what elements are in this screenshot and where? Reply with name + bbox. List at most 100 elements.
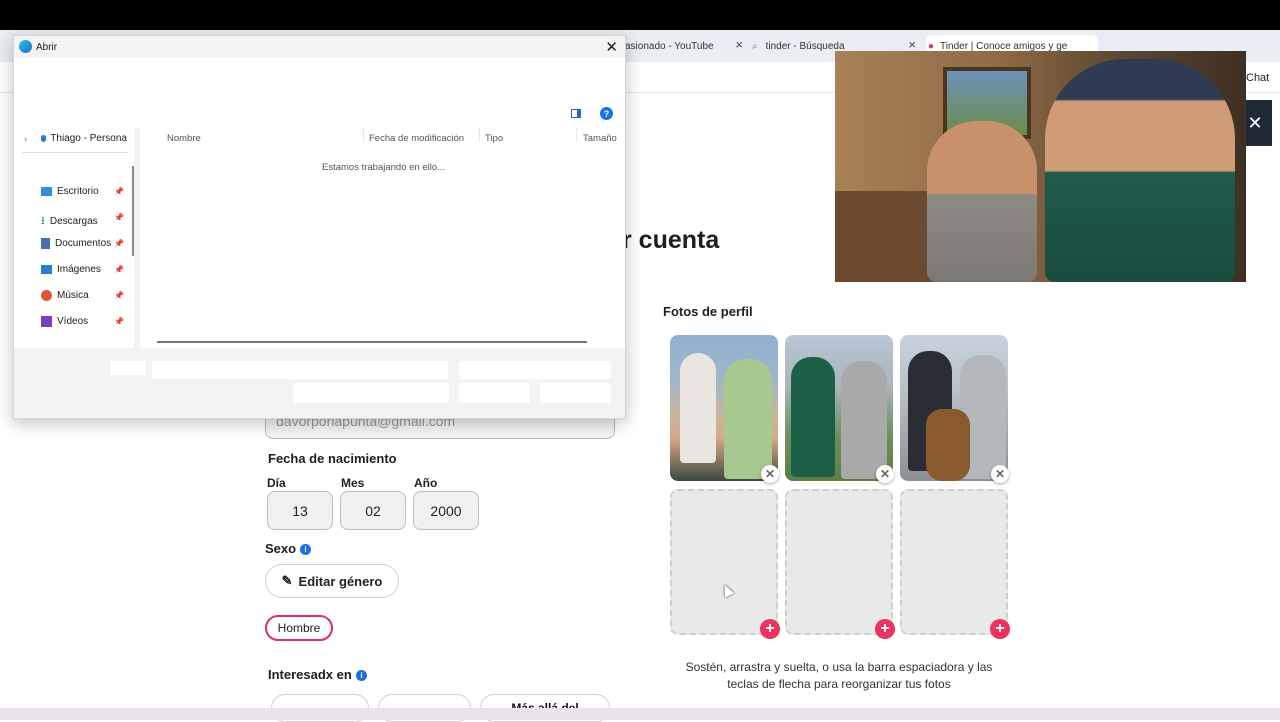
nav-scrollbar[interactable] (132, 166, 134, 256)
photo-person (680, 353, 716, 463)
nav-item-onedrive[interactable]: Thiago - Persona (41, 133, 127, 144)
info-icon[interactable]: i (300, 544, 311, 555)
column-header-type[interactable]: Tipo (485, 133, 503, 144)
pencil-icon: ✎ (281, 573, 293, 588)
nav-item-label: Imágenes (57, 264, 101, 275)
tinder-flame-icon: ● (928, 40, 935, 52)
preview-pane-icon[interactable] (571, 109, 581, 118)
add-photo-icon[interactable]: + (990, 619, 1010, 639)
info-icon[interactable]: i (356, 670, 367, 681)
photo-person (724, 359, 772, 479)
nav-item-label: Documentos (55, 238, 112, 249)
tab-youtube[interactable]: asionado - YouTube × (625, 35, 743, 57)
column-divider (363, 128, 364, 142)
year-label: Año (414, 476, 438, 490)
dialog-command-bar (14, 106, 625, 128)
nav-item-label: Música (57, 290, 89, 301)
desktop-icon (41, 187, 52, 196)
document-icon (41, 238, 50, 249)
pin-icon[interactable]: 📌 (114, 213, 124, 222)
pin-icon[interactable]: 📌 (114, 187, 124, 196)
chat-button[interactable]: Chat (1246, 72, 1269, 84)
page-title: r cuenta (622, 226, 720, 254)
day-label: Día (267, 476, 286, 490)
remove-photo-icon[interactable]: ✕ (991, 465, 1009, 483)
tab-label: Tinder | Conoce amigos y ge (940, 40, 1068, 52)
photos-help-text: Sostén, arrastra y suelta, o usa la barr… (685, 660, 993, 691)
photos-title: Fotos de perfil (663, 304, 753, 319)
pin-icon[interactable]: 📌 (114, 239, 124, 248)
edit-gender-label: Editar género (298, 573, 383, 589)
pin-icon[interactable]: 📌 (114, 291, 124, 300)
column-divider (479, 128, 480, 142)
nav-item-descargas[interactable]: ⭳ Descargas (41, 212, 98, 231)
dialog-file-list (140, 128, 625, 348)
month-label: Mes (341, 476, 365, 490)
photo-dog (926, 409, 970, 481)
video-icon (41, 316, 52, 327)
profile-photo-1[interactable] (670, 335, 778, 481)
photo-slot-4[interactable] (670, 489, 778, 635)
nav-item-imagenes[interactable]: Imágenes (41, 264, 101, 275)
loading-status: Estamos trabajando en ello... (322, 162, 446, 173)
photo-slot-5[interactable] (785, 489, 893, 635)
dialog-title: Abrir (36, 42, 58, 53)
close-icon[interactable]: ✕ (605, 38, 618, 56)
nav-divider (22, 152, 128, 153)
column-header-size[interactable]: Tamaño (583, 133, 617, 144)
sex-label: Sexo (265, 541, 297, 556)
pin-icon[interactable]: 📌 (114, 265, 124, 274)
open-file-dialog: Abrir ✕ ? › Thiago - Persona Escritorio … (13, 35, 626, 419)
add-photo-icon[interactable]: + (760, 619, 780, 639)
filetype-select[interactable] (459, 361, 611, 379)
nav-item-label: Escritorio (57, 186, 99, 197)
pin-icon[interactable]: 📌 (114, 317, 124, 326)
edge-icon (19, 40, 32, 53)
nav-item-label: Thiago - Persona (50, 133, 127, 144)
profile-photo-2[interactable] (785, 335, 893, 481)
dialog-address-bar (14, 58, 625, 106)
nav-item-label: Descargas (49, 216, 98, 227)
webcam-person-left (927, 121, 1037, 282)
remove-photo-icon[interactable]: ✕ (761, 465, 779, 483)
expand-chevron-icon[interactable]: › (24, 134, 27, 144)
nav-item-documentos[interactable]: Documentos (41, 238, 111, 249)
filename-input[interactable] (152, 361, 448, 379)
webcam-overlay (835, 51, 1246, 282)
year-input[interactable]: 2000 (413, 491, 479, 530)
taskbar (0, 708, 1280, 720)
nav-item-musica[interactable]: Música (41, 290, 89, 301)
tab-label: asionado - YouTube (625, 40, 714, 52)
gender-chip[interactable]: Hombre (265, 615, 333, 641)
day-input[interactable]: 13 (267, 491, 333, 530)
tab-close-icon[interactable]: × (908, 37, 916, 52)
filename-label-placeholder (110, 361, 146, 375)
profile-photo-3[interactable] (900, 335, 1008, 481)
remove-photo-icon[interactable]: ✕ (876, 465, 894, 483)
nav-item-escritorio[interactable]: Escritorio (41, 186, 99, 197)
month-input[interactable]: 02 (340, 491, 406, 530)
image-icon (41, 265, 52, 274)
search-icon: ⌕ (752, 40, 758, 52)
column-divider (576, 128, 577, 142)
open-button[interactable] (459, 383, 530, 403)
add-photo-icon[interactable]: + (875, 619, 895, 639)
column-header-modified[interactable]: Fecha de modificación (369, 133, 464, 144)
tab-label: tinder - Búsqueda (765, 40, 845, 52)
nav-item-label: Vídeos (57, 316, 89, 327)
download-icon: ⭳ (41, 215, 45, 227)
help-icon[interactable]: ? (600, 107, 613, 120)
photo-slot-6[interactable] (900, 489, 1008, 635)
cancel-button[interactable] (540, 383, 611, 403)
interested-label: Interesadx en (268, 667, 352, 682)
tab-close-icon[interactable]: × (735, 37, 743, 52)
cloud-icon (41, 135, 47, 142)
photo-person (791, 357, 835, 477)
column-header-name[interactable]: Nombre (167, 133, 201, 144)
nav-item-videos[interactable]: Vídeos (41, 316, 88, 327)
music-icon (41, 290, 52, 301)
upload-from-phone-button[interactable] (293, 383, 449, 403)
edit-gender-button[interactable]: ✎ Editar género (265, 564, 399, 598)
birthdate-label: Fecha de nacimiento (268, 451, 397, 466)
horizontal-scrollbar[interactable] (157, 341, 587, 343)
